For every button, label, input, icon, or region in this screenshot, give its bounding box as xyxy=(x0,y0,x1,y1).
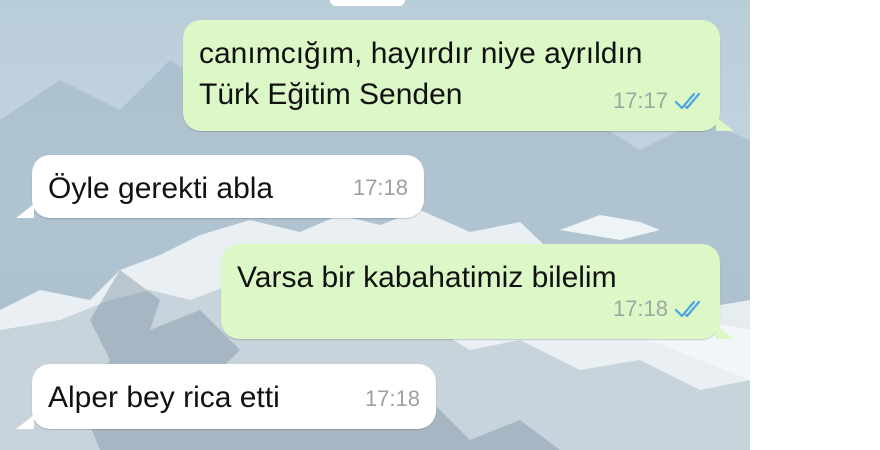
message-time: 17:18 xyxy=(612,296,668,321)
bubble-tail xyxy=(16,415,34,429)
message-meta: 17:17 xyxy=(613,80,704,121)
message-bubble-outgoing[interactable]: Varsa bir kabahatimiz bilelim 17:18 xyxy=(221,244,720,339)
message-meta: 17:18 xyxy=(365,378,420,419)
bubble-tail xyxy=(16,204,34,218)
bubble-tail xyxy=(716,325,734,339)
message-text-line: canımcığım, hayırdır niye ayrıldın xyxy=(199,37,643,70)
bubble-tail xyxy=(716,117,734,131)
message-bubble-outgoing[interactable]: canımcığım, hayırdır niye ayrıldın Türk … xyxy=(183,20,720,131)
double-check-icon xyxy=(674,91,704,111)
double-check-icon xyxy=(674,299,704,319)
message-time: 17:18 xyxy=(364,386,420,411)
message-bubble-incoming[interactable]: Alper bey rica etti 17:18 xyxy=(32,364,436,429)
message-time: 17:17 xyxy=(612,88,668,113)
message-meta: 17:18 xyxy=(353,167,408,208)
message-time: 17:18 xyxy=(352,175,408,200)
message-bubble-incoming[interactable]: Öyle gerekti abla 17:18 xyxy=(32,155,424,218)
chat-area: canımcığım, hayırdır niye ayrıldın Türk … xyxy=(0,0,750,450)
message-meta: 17:18 xyxy=(613,288,704,329)
previous-bubble-fragment xyxy=(330,0,405,6)
